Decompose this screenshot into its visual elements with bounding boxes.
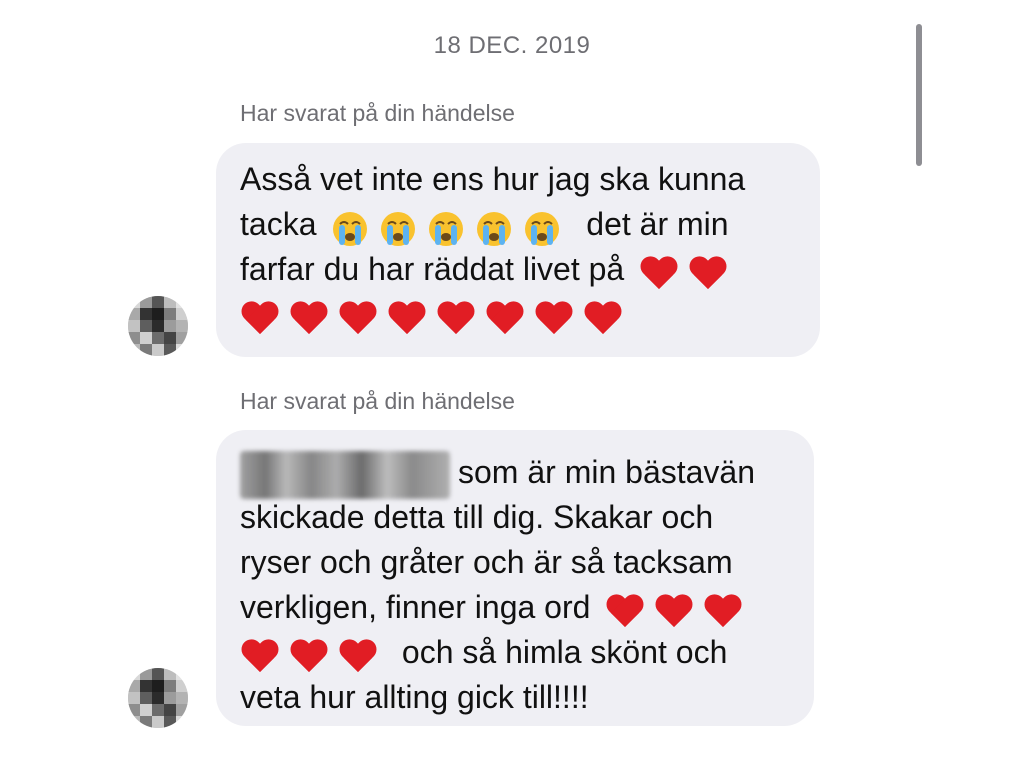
message-text: verkligen, finner inga ord bbox=[240, 589, 591, 625]
heart-icon bbox=[387, 300, 427, 338]
heart-emoji-group bbox=[639, 249, 737, 294]
crying-face-icon bbox=[477, 211, 512, 246]
heart-icon bbox=[240, 300, 280, 338]
message-line: ryser och gråter och är så tacksam bbox=[240, 544, 733, 580]
message-line: och så himla skönt och bbox=[240, 630, 790, 675]
message-text: tacka bbox=[240, 206, 317, 242]
heart-icon bbox=[338, 638, 378, 676]
message-text: som är min bästavän bbox=[458, 454, 756, 490]
crying-face-icon bbox=[381, 211, 416, 246]
heart-emoji-group bbox=[605, 587, 752, 632]
crying-face-icon bbox=[525, 211, 560, 246]
heart-icon bbox=[703, 593, 743, 631]
message-line: verkligen, finner inga ord bbox=[240, 585, 790, 630]
redacted-name bbox=[240, 450, 450, 499]
avatar-2[interactable] bbox=[128, 668, 188, 728]
message-line: veta hur allting gick till!!!! bbox=[240, 679, 589, 715]
reply-label-2: Har svarat på din händelse bbox=[240, 388, 515, 414]
crying-face-icon bbox=[429, 211, 464, 246]
date-separator: 18 DEC. 2019 bbox=[433, 32, 591, 59]
heart-icon bbox=[240, 638, 280, 676]
message-bubble-2[interactable]: som är min bästavän skickade detta till … bbox=[216, 430, 814, 726]
heart-icon bbox=[436, 300, 476, 338]
heart-icon bbox=[583, 300, 623, 338]
message-line: som är min bästavän bbox=[240, 450, 790, 499]
heart-icon bbox=[485, 300, 525, 338]
message-text: och så himla skönt och bbox=[401, 634, 728, 670]
message-bubble-1[interactable]: Asså vet inte ens hur jag ska kunna tack… bbox=[216, 143, 820, 357]
heart-emoji-group bbox=[240, 632, 387, 677]
crying-face-icon bbox=[333, 211, 368, 246]
heart-icon bbox=[289, 300, 329, 338]
heart-icon bbox=[654, 593, 694, 631]
reply-label-1: Har svarat på din händelse bbox=[240, 100, 515, 126]
message-text: farfar du har räddat livet på bbox=[240, 251, 625, 287]
message-line: tacka det är min bbox=[240, 202, 796, 247]
message-line: Asså vet inte ens hur jag ska kunna bbox=[240, 161, 746, 197]
heart-icon bbox=[338, 300, 378, 338]
heart-icon bbox=[639, 255, 679, 293]
crying-emoji-group bbox=[331, 204, 571, 249]
heart-icon bbox=[688, 255, 728, 293]
message-line bbox=[240, 292, 796, 337]
message-line: skickade detta till dig. Skakar och bbox=[240, 499, 714, 535]
heart-icon bbox=[534, 300, 574, 338]
message-line: farfar du har räddat livet på bbox=[240, 247, 796, 292]
heart-icon bbox=[605, 593, 645, 631]
heart-icon bbox=[289, 638, 329, 676]
avatar-1[interactable] bbox=[128, 296, 188, 356]
heart-emoji-group bbox=[240, 294, 632, 339]
message-text: det är min bbox=[586, 206, 729, 242]
